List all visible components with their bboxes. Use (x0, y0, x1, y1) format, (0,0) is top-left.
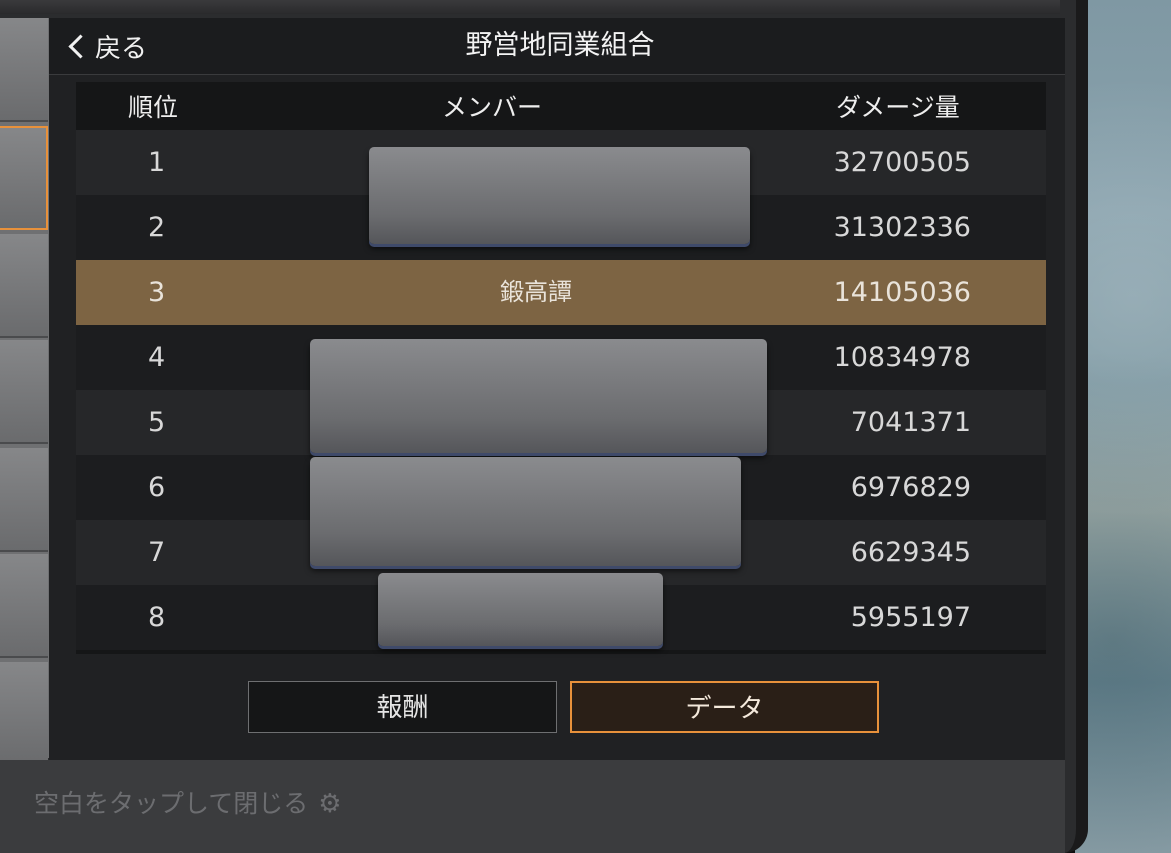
rank-cell: 5 (148, 407, 166, 438)
redaction-block (369, 147, 750, 244)
table-row-highlighted[interactable]: 3 鍛高譚 14105036 (76, 260, 1046, 325)
rank-cell: 3 (148, 277, 166, 308)
damage-cell: 14105036 (833, 277, 971, 308)
table-header: 順位 メンバー ダメージ量 (76, 82, 1046, 130)
rank-cell: 2 (148, 212, 166, 243)
close-hint-text: 空白をタップして閉じる (34, 789, 309, 818)
frame-top-edge (0, 0, 1060, 14)
left-list-item[interactable] (0, 340, 48, 444)
rank-cell: 7 (148, 537, 166, 568)
column-header-member: メンバー (442, 93, 543, 122)
rank-cell: 1 (148, 147, 166, 178)
rank-cell: 8 (148, 602, 166, 633)
chevron-left-icon (68, 33, 93, 59)
left-list-item[interactable] (0, 448, 48, 552)
left-list-item-selected[interactable] (0, 126, 48, 230)
column-header-damage: ダメージ量 (836, 93, 960, 122)
page-title: 野営地同業組合 (465, 30, 655, 61)
gear-icon[interactable]: ⚙ (318, 786, 341, 822)
column-header-rank: 順位 (128, 93, 179, 122)
left-list-strip (0, 18, 49, 766)
rank-cell: 6 (148, 472, 166, 503)
damage-cell: 31302336 (833, 212, 971, 243)
redaction-block (378, 573, 663, 646)
tab-reward[interactable]: 報酬 (248, 681, 557, 733)
damage-cell: 6629345 (850, 537, 971, 568)
close-hint[interactable]: 空白をタップして閉じる ⚙ (34, 786, 342, 822)
damage-cell: 6976829 (850, 472, 971, 503)
redaction-block (310, 339, 767, 453)
damage-cell: 7041371 (850, 407, 971, 438)
damage-cell: 32700505 (833, 147, 971, 178)
background-scenery (1075, 0, 1171, 853)
back-label: 戻る (95, 33, 148, 64)
left-list-item[interactable] (0, 234, 48, 338)
tab-data[interactable]: データ (570, 681, 879, 733)
redaction-block (310, 457, 741, 566)
damage-cell: 10834978 (833, 342, 971, 373)
left-list-item[interactable] (0, 662, 48, 766)
left-list-item[interactable] (0, 18, 48, 122)
member-cell: 鍛高譚 (500, 278, 572, 306)
back-button[interactable]: 戻る (66, 26, 147, 66)
rank-cell: 4 (148, 342, 166, 373)
damage-cell: 5955197 (850, 602, 971, 633)
left-list-item[interactable] (0, 554, 48, 658)
